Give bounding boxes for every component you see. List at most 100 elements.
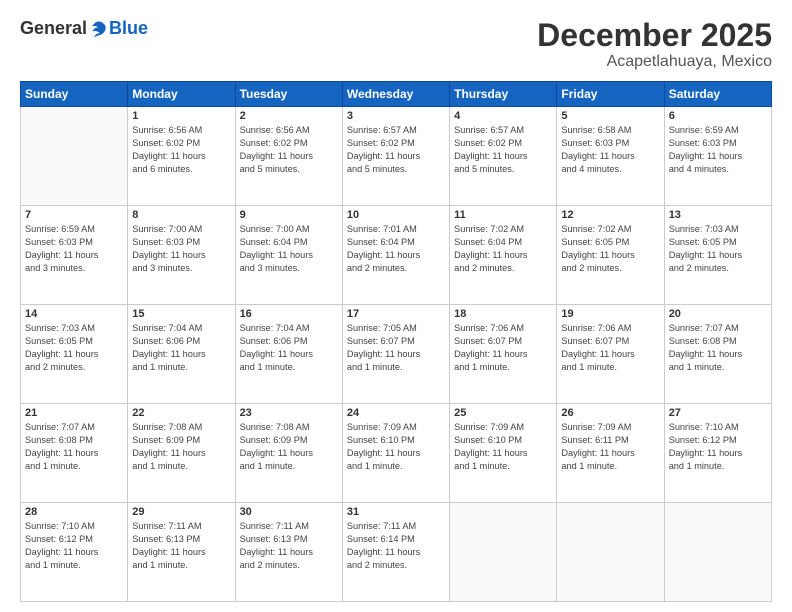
day-number: 14: [25, 308, 123, 320]
day-info: Sunrise: 7:03 AM Sunset: 6:05 PM Dayligh…: [669, 223, 767, 275]
calendar-cell: 22 Sunrise: 7:08 AM Sunset: 6:09 PM Dayli…: [128, 404, 235, 503]
location-title: Acapetlahuaya, Mexico: [537, 53, 772, 71]
calendar-cell: 10Sunrise: 7:01 AM Sunset: 6:04 PM Dayli…: [342, 206, 449, 305]
calendar-cell: 28Sunrise: 7:10 AM Sunset: 6:12 PM Dayli…: [21, 503, 128, 602]
weekday-header-row: SundayMondayTuesdayWednesdayThursdayFrid…: [21, 82, 772, 107]
calendar-week-row: 1 Sunrise: 6:56 AM Sunset: 6:02 PM Daylig…: [21, 107, 772, 206]
calendar-cell: 31 Sunrise: 7:11 AM Sunset: 6:14 PM Dayli…: [342, 503, 449, 602]
day-info: Sunrise: 7:02 AM Sunset: 6:04 PM Dayligh…: [454, 223, 552, 275]
day-info: Sunrise: 7:08 AM Sunset: 6:09 PM Dayligh…: [240, 421, 338, 473]
day-info: Sunrise: 7:11 AM Sunset: 6:13 PM Dayligh…: [240, 520, 338, 572]
day-info: Sunrise: 7:05 AM Sunset: 6:07 PM Dayligh…: [347, 322, 445, 374]
day-number: 1: [132, 110, 230, 122]
day-info: Sunrise: 7:07 AM Sunset: 6:08 PM Dayligh…: [25, 421, 123, 473]
calendar-cell: 12Sunrise: 7:02 AM Sunset: 6:05 PM Dayli…: [557, 206, 664, 305]
day-number: 24: [347, 407, 445, 419]
day-info: Sunrise: 6:59 AM Sunset: 6:03 PM Dayligh…: [669, 124, 767, 176]
day-number: 9: [240, 209, 338, 221]
day-info: Sunrise: 7:06 AM Sunset: 6:07 PM Dayligh…: [561, 322, 659, 374]
calendar-cell: 6 Sunrise: 6:59 AM Sunset: 6:03 PM Daylig…: [664, 107, 771, 206]
day-number: 2: [240, 110, 338, 122]
calendar-cell: 4 Sunrise: 6:57 AM Sunset: 6:02 PM Daylig…: [450, 107, 557, 206]
header: General Blue December 2025 Acapetlahuaya…: [20, 18, 772, 71]
calendar-cell: 23Sunrise: 7:08 AM Sunset: 6:09 PM Dayli…: [235, 404, 342, 503]
day-info: Sunrise: 6:56 AM Sunset: 6:02 PM Dayligh…: [240, 124, 338, 176]
day-number: 11: [454, 209, 552, 221]
calendar-cell: 13 Sunrise: 7:03 AM Sunset: 6:05 PM Dayli…: [664, 206, 771, 305]
logo-blue-text: Blue: [109, 18, 148, 39]
calendar-cell: [664, 503, 771, 602]
title-section: December 2025 Acapetlahuaya, Mexico: [537, 18, 772, 71]
day-number: 21: [25, 407, 123, 419]
calendar-cell: 19 Sunrise: 7:06 AM Sunset: 6:07 PM Dayli…: [557, 305, 664, 404]
day-number: 5: [561, 110, 659, 122]
day-number: 13: [669, 209, 767, 221]
day-number: 26: [561, 407, 659, 419]
calendar-week-row: 14 Sunrise: 7:03 AM Sunset: 6:05 PM Dayli…: [21, 305, 772, 404]
day-info: Sunrise: 7:07 AM Sunset: 6:08 PM Dayligh…: [669, 322, 767, 374]
calendar-cell: 18Sunrise: 7:06 AM Sunset: 6:07 PM Dayli…: [450, 305, 557, 404]
day-info: Sunrise: 6:57 AM Sunset: 6:02 PM Dayligh…: [454, 124, 552, 176]
calendar-cell: 24 Sunrise: 7:09 AM Sunset: 6:10 PM Dayli…: [342, 404, 449, 503]
calendar-cell: 21 Sunrise: 7:07 AM Sunset: 6:08 PM Dayli…: [21, 404, 128, 503]
weekday-header-wednesday: Wednesday: [342, 82, 449, 107]
calendar-cell: 25 Sunrise: 7:09 AM Sunset: 6:10 PM Dayli…: [450, 404, 557, 503]
day-info: Sunrise: 7:08 AM Sunset: 6:09 PM Dayligh…: [132, 421, 230, 473]
calendar-cell: 2 Sunrise: 6:56 AM Sunset: 6:02 PM Daylig…: [235, 107, 342, 206]
calendar-cell: 29Sunrise: 7:11 AM Sunset: 6:13 PM Dayli…: [128, 503, 235, 602]
calendar-week-row: 7 Sunrise: 6:59 AM Sunset: 6:03 PM Daylig…: [21, 206, 772, 305]
calendar-cell: 17 Sunrise: 7:05 AM Sunset: 6:07 PM Dayli…: [342, 305, 449, 404]
day-number: 7: [25, 209, 123, 221]
day-number: 16: [240, 308, 338, 320]
calendar-week-row: 28Sunrise: 7:10 AM Sunset: 6:12 PM Dayli…: [21, 503, 772, 602]
day-number: 25: [454, 407, 552, 419]
day-info: Sunrise: 7:11 AM Sunset: 6:14 PM Dayligh…: [347, 520, 445, 572]
calendar-cell: 20 Sunrise: 7:07 AM Sunset: 6:08 PM Dayli…: [664, 305, 771, 404]
day-number: 6: [669, 110, 767, 122]
day-info: Sunrise: 6:56 AM Sunset: 6:02 PM Dayligh…: [132, 124, 230, 176]
weekday-header-monday: Monday: [128, 82, 235, 107]
day-info: Sunrise: 7:00 AM Sunset: 6:03 PM Dayligh…: [132, 223, 230, 275]
calendar-cell: 11 Sunrise: 7:02 AM Sunset: 6:04 PM Dayli…: [450, 206, 557, 305]
calendar-cell: [21, 107, 128, 206]
day-info: Sunrise: 7:09 AM Sunset: 6:10 PM Dayligh…: [454, 421, 552, 473]
calendar-cell: 5Sunrise: 6:58 AM Sunset: 6:03 PM Daylig…: [557, 107, 664, 206]
day-number: 10: [347, 209, 445, 221]
logo: General Blue: [20, 18, 148, 39]
day-number: 31: [347, 506, 445, 518]
day-info: Sunrise: 7:03 AM Sunset: 6:05 PM Dayligh…: [25, 322, 123, 374]
weekday-header-tuesday: Tuesday: [235, 82, 342, 107]
calendar-cell: 26 Sunrise: 7:09 AM Sunset: 6:11 PM Dayli…: [557, 404, 664, 503]
weekday-header-friday: Friday: [557, 82, 664, 107]
calendar-cell: 16Sunrise: 7:04 AM Sunset: 6:06 PM Dayli…: [235, 305, 342, 404]
logo-bird-icon: [89, 19, 109, 39]
day-number: 20: [669, 308, 767, 320]
calendar-cell: 15Sunrise: 7:04 AM Sunset: 6:06 PM Dayli…: [128, 305, 235, 404]
day-number: 19: [561, 308, 659, 320]
day-number: 3: [347, 110, 445, 122]
calendar-cell: 30Sunrise: 7:11 AM Sunset: 6:13 PM Dayli…: [235, 503, 342, 602]
day-number: 4: [454, 110, 552, 122]
day-info: Sunrise: 7:09 AM Sunset: 6:10 PM Dayligh…: [347, 421, 445, 473]
day-info: Sunrise: 7:00 AM Sunset: 6:04 PM Dayligh…: [240, 223, 338, 275]
day-number: 18: [454, 308, 552, 320]
day-info: Sunrise: 7:09 AM Sunset: 6:11 PM Dayligh…: [561, 421, 659, 473]
calendar-cell: 27Sunrise: 7:10 AM Sunset: 6:12 PM Dayli…: [664, 404, 771, 503]
weekday-header-sunday: Sunday: [21, 82, 128, 107]
day-number: 17: [347, 308, 445, 320]
day-number: 8: [132, 209, 230, 221]
day-number: 15: [132, 308, 230, 320]
day-info: Sunrise: 6:59 AM Sunset: 6:03 PM Dayligh…: [25, 223, 123, 275]
month-title: December 2025: [537, 18, 772, 53]
day-info: Sunrise: 7:02 AM Sunset: 6:05 PM Dayligh…: [561, 223, 659, 275]
day-number: 27: [669, 407, 767, 419]
day-number: 28: [25, 506, 123, 518]
logo-general-text: General: [20, 18, 87, 39]
calendar-week-row: 21 Sunrise: 7:07 AM Sunset: 6:08 PM Dayli…: [21, 404, 772, 503]
calendar-cell: 3 Sunrise: 6:57 AM Sunset: 6:02 PM Daylig…: [342, 107, 449, 206]
day-info: Sunrise: 7:11 AM Sunset: 6:13 PM Dayligh…: [132, 520, 230, 572]
day-info: Sunrise: 6:57 AM Sunset: 6:02 PM Dayligh…: [347, 124, 445, 176]
calendar-cell: 8 Sunrise: 7:00 AM Sunset: 6:03 PM Daylig…: [128, 206, 235, 305]
weekday-header-thursday: Thursday: [450, 82, 557, 107]
day-number: 22: [132, 407, 230, 419]
